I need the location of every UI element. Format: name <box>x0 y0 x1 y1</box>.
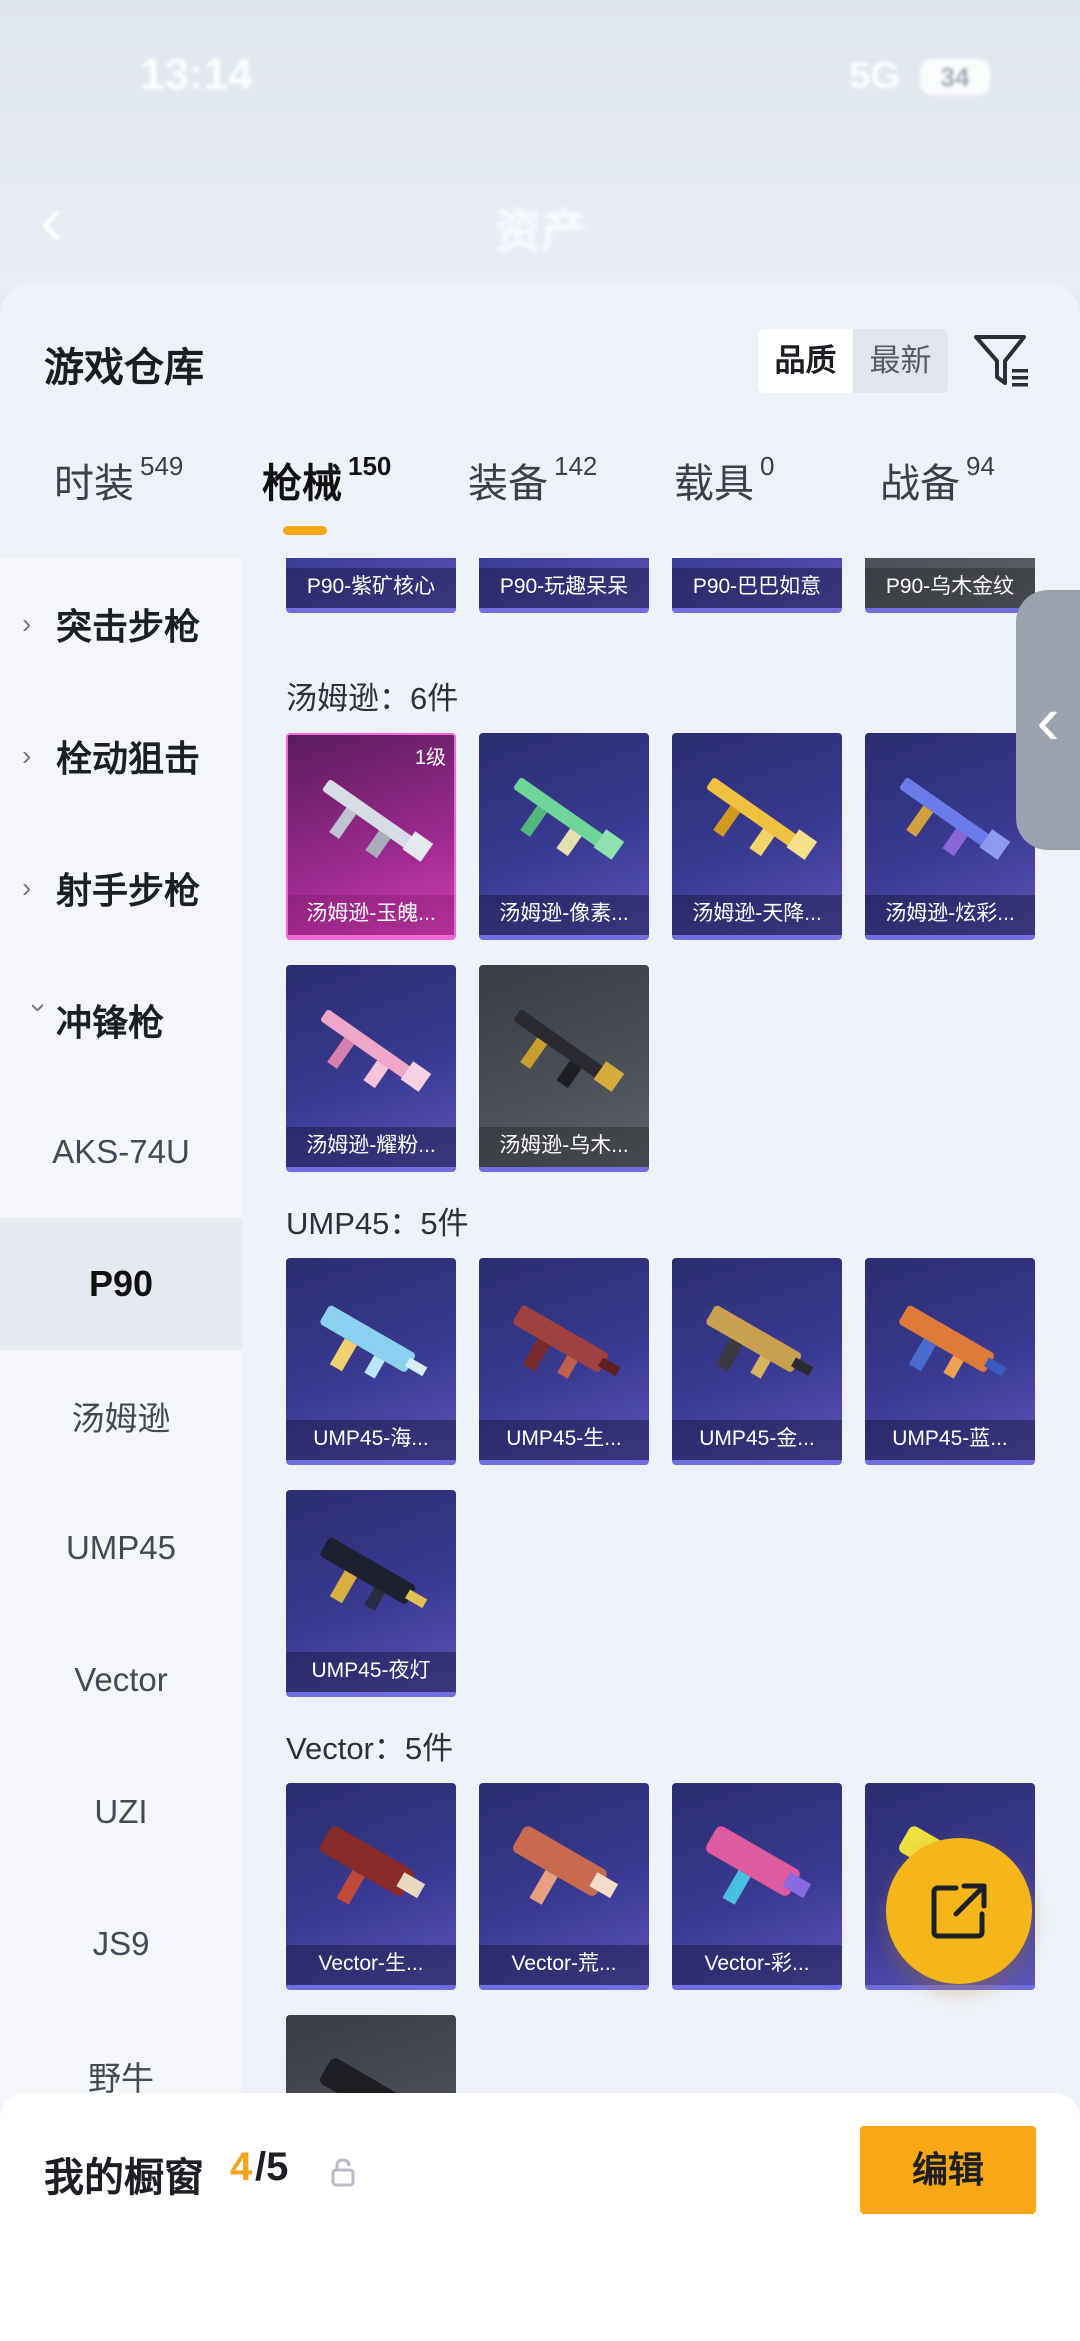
sidebar-item-ump45[interactable]: UMP45 <box>0 1482 242 1614</box>
weapon-sidebar: › 突击步枪 › 栓动狙击 › 射手步枪 › 冲锋枪 AKS-74U P90 汤姆逊 U… <box>0 558 242 2341</box>
skin-card[interactable]: UMP45-海... <box>286 1258 456 1465</box>
smg-icon <box>706 777 818 860</box>
smg-icon <box>513 1826 619 1905</box>
sidebar-cat-smg[interactable]: › 冲锋枪 <box>0 954 242 1086</box>
skin-card[interactable]: P90-乌木金纹 <box>865 558 1035 613</box>
filter-icon[interactable] <box>972 331 1032 391</box>
sidebar-cat-bolt-sniper[interactable]: › 栓动狙击 <box>0 690 242 822</box>
skin-card[interactable]: UMP45-夜灯 <box>286 1490 456 1697</box>
share-button[interactable] <box>886 1838 1032 1984</box>
smg-icon <box>706 1305 814 1379</box>
lock-icon <box>331 2158 355 2187</box>
sort-newest[interactable]: 最新 <box>853 329 948 393</box>
tab-equipment[interactable]: 装备 142 <box>468 451 597 509</box>
sidebar-item-js9[interactable]: JS9 <box>0 1878 242 2010</box>
sort-toggle: 品质 最新 <box>758 329 948 393</box>
smg-icon <box>320 1826 426 1905</box>
sidebar-item-thompson[interactable]: 汤姆逊 <box>0 1350 242 1482</box>
smg-icon <box>706 1826 812 1905</box>
tab-guns[interactable]: 枪械 150 <box>262 451 391 509</box>
sidebar-item-vector[interactable]: Vector <box>0 1614 242 1746</box>
chevron-right-icon: › <box>22 740 32 771</box>
chevron-right-icon: › <box>22 872 32 903</box>
skin-card[interactable]: P90-玩趣呆呆 <box>479 558 649 613</box>
skin-card[interactable]: UMP45-蓝... <box>865 1258 1035 1465</box>
section-title-thompson: 汤姆逊：6件 <box>286 681 459 716</box>
collapse-handle[interactable]: ‹ <box>1016 590 1080 850</box>
sidebar-cat-marksman-rifle[interactable]: › 射手步枪 <box>0 822 242 954</box>
section-title-vector: Vector：5件 <box>286 1731 454 1766</box>
smg-icon <box>320 1537 428 1611</box>
skin-card[interactable]: P90-巴巴如意 <box>672 558 842 613</box>
skin-card[interactable]: Vector-生... <box>286 1783 456 1990</box>
tab-count: 150 <box>348 451 392 481</box>
skin-grid: P90-紫矿核心 P90-玩趣呆呆 P90-巴巴如意 P90-乌木金纹 汤姆逊：… <box>242 558 1080 2341</box>
edit-button[interactable]: 编辑 <box>860 2126 1036 2214</box>
top-bar: 13:14 5G 34 ‹ 资产 <box>0 0 1080 290</box>
chevron-left-icon: ‹ <box>1036 681 1060 759</box>
skin-card[interactable]: Vector-荒... <box>479 1783 649 1990</box>
active-tab-indicator <box>283 526 327 535</box>
tab-count: 549 <box>140 451 184 481</box>
tab-supplies[interactable]: 战备 94 <box>880 451 995 509</box>
showcase-count-current: 4 <box>230 2145 253 2189</box>
skin-card[interactable]: Vector-彩... <box>672 1783 842 1990</box>
skin-card[interactable]: UMP45-生... <box>479 1258 649 1465</box>
skin-card[interactable]: 汤姆逊-天降... <box>672 733 842 940</box>
skin-card[interactable]: 1级 汤姆逊-玉魄... <box>286 733 456 940</box>
skin-card[interactable]: P90-紫矿核心 <box>286 558 456 613</box>
smg-icon <box>899 777 1011 860</box>
tab-vehicles[interactable]: 载具 0 <box>674 451 774 509</box>
smg-icon <box>899 1305 1007 1379</box>
skin-card[interactable]: 汤姆逊-炫彩... <box>865 733 1035 940</box>
chevron-down-icon: › <box>24 1003 55 1013</box>
panel-title: 游戏仓库 <box>44 346 204 390</box>
status-indicators: 5G 34 <box>849 55 990 98</box>
smg-icon <box>513 1305 621 1379</box>
status-time: 13:14 <box>140 50 253 99</box>
skin-card[interactable]: 汤姆逊-乌木... <box>479 965 649 1172</box>
tab-count: 142 <box>554 451 598 481</box>
smg-icon <box>513 1009 625 1092</box>
smg-icon <box>322 779 434 862</box>
sidebar-cat-assault-rifle[interactable]: › 突击步枪 <box>0 558 242 690</box>
smg-icon <box>513 777 625 860</box>
header-title: 资产 <box>495 205 587 257</box>
skin-card[interactable]: 汤姆逊-像素... <box>479 733 649 940</box>
back-button[interactable]: ‹ <box>40 185 100 255</box>
smg-icon <box>320 1009 432 1092</box>
sidebar-item-uzi[interactable]: UZI <box>0 1746 242 1878</box>
tab-fashion[interactable]: 时装 549 <box>54 451 183 509</box>
smg-icon <box>320 1305 428 1379</box>
tab-count: 0 <box>760 451 775 481</box>
tab-count: 94 <box>966 451 995 481</box>
showcase-count-total: /5 <box>255 2145 289 2189</box>
sidebar-item-aks74u[interactable]: AKS-74U <box>0 1086 242 1218</box>
section-title-ump45: UMP45：5件 <box>286 1206 469 1241</box>
skin-card[interactable]: 汤姆逊-耀粉... <box>286 965 456 1172</box>
showcase-bar: 我的橱窗 4 /5 编辑 <box>0 2093 1080 2341</box>
skin-card[interactable]: UMP45-金... <box>672 1258 842 1465</box>
category-tabs: 时装 549 枪械 150 装备 142 载具 0 战备 94 <box>0 451 1080 535</box>
chevron-right-icon: › <box>22 608 32 639</box>
battery-icon: 34 <box>920 58 990 95</box>
showcase-label: 我的橱窗 <box>44 2156 204 2200</box>
sidebar-item-p90[interactable]: P90 <box>0 1218 242 1350</box>
network-label: 5G <box>849 55 900 97</box>
share-icon <box>931 1883 987 1939</box>
sort-quality[interactable]: 品质 <box>758 329 853 393</box>
